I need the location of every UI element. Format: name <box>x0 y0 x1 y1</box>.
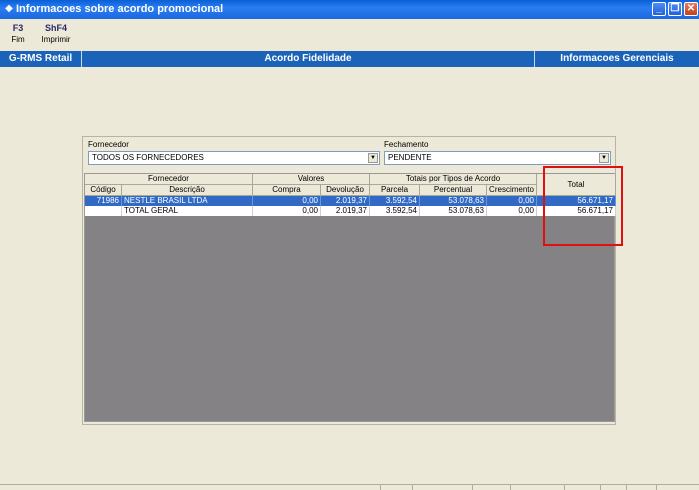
window-titlebar: ◆ Informacoes sobre acordo promocional _… <box>0 0 699 19</box>
header-group-totais: Totais por Tipos de Acordo <box>370 174 537 185</box>
imprimir-button[interactable]: ShF4 Imprimir <box>40 23 72 44</box>
fornecedor-value: TODOS OS FORNECEDORES <box>92 153 204 162</box>
cell-parcela: 3.592,54 <box>370 206 420 216</box>
header-devolucao[interactable]: Devolução <box>321 185 370 196</box>
cell-devolucao: 2.019,37 <box>321 196 370 206</box>
fim-button[interactable]: F3 Fim <box>8 23 28 44</box>
window-title: Informacoes sobre acordo promocional <box>16 3 224 15</box>
fim-key: F3 <box>12 23 24 33</box>
fornecedor-select[interactable]: TODOS OS FORNECEDORES ▼ <box>88 151 380 165</box>
header-descricao[interactable]: Descrição <box>122 185 253 196</box>
cell-percentual: 53.078,63 <box>420 206 487 216</box>
minimize-button[interactable]: _ <box>652 2 666 16</box>
imprimir-label: Imprimir <box>41 35 71 44</box>
cell-percentual: 53.078,63 <box>420 196 487 206</box>
imprimir-key: ShF4 <box>44 23 67 33</box>
results-grid: Fornecedor Valores Totais por Tipos de A… <box>84 173 616 422</box>
fechamento-label: Fechamento <box>384 140 429 149</box>
table-row[interactable]: TOTAL GERAL 0,00 2.019,37 3.592,54 53.07… <box>85 206 616 216</box>
chevron-down-icon[interactable]: ▼ <box>368 153 378 163</box>
fechamento-select[interactable]: PENDENTE ▼ <box>384 151 611 165</box>
header-parcela[interactable]: Parcela <box>370 185 420 196</box>
cell-compra: 0,00 <box>253 206 321 216</box>
cell-crescimento: 0,00 <box>487 206 537 216</box>
fim-label: Fim <box>11 35 25 44</box>
app-icon: ◆ <box>5 3 13 14</box>
fornecedor-label: Fornecedor <box>88 140 129 149</box>
toolbar: F3 Fim ShF4 Imprimir <box>0 19 699 50</box>
cell-compra: 0,00 <box>253 196 321 206</box>
cell-codigo <box>85 206 122 216</box>
header-band: G-RMS Retail Acordo Fidelidade Informaco… <box>0 51 699 67</box>
cell-descricao: TOTAL GERAL <box>122 206 253 216</box>
header-group-valores: Valores <box>253 174 370 185</box>
band-screen-title: Acordo Fidelidade <box>264 53 352 64</box>
maximize-button[interactable]: ❐ <box>668 2 682 16</box>
close-button[interactable]: ✕ <box>684 2 698 16</box>
band-app-name: G-RMS Retail <box>8 53 73 64</box>
band-section-title: Informacoes Gerenciais <box>560 53 674 64</box>
header-codigo[interactable]: Código <box>85 185 122 196</box>
highlight-box <box>543 166 623 246</box>
header-crescimento[interactable]: Crescimento <box>487 185 537 196</box>
main-panel: Fornecedor TODOS OS FORNECEDORES ▼ Fecha… <box>82 136 616 425</box>
fechamento-value: PENDENTE <box>388 153 432 162</box>
cell-descricao: NESTLE BRASIL LTDA <box>122 196 253 206</box>
cell-codigo: 71986 <box>85 196 122 206</box>
status-bar <box>0 484 699 490</box>
cell-parcela: 3.592,54 <box>370 196 420 206</box>
header-group-fornecedor: Fornecedor <box>85 174 253 185</box>
header-compra[interactable]: Compra <box>253 185 321 196</box>
cell-devolucao: 2.019,37 <box>321 206 370 216</box>
header-percentual[interactable]: Percentual <box>420 185 487 196</box>
table-row[interactable]: 71986 NESTLE BRASIL LTDA 0,00 2.019,37 3… <box>85 196 616 206</box>
chevron-down-icon[interactable]: ▼ <box>599 153 609 163</box>
cell-crescimento: 0,00 <box>487 196 537 206</box>
